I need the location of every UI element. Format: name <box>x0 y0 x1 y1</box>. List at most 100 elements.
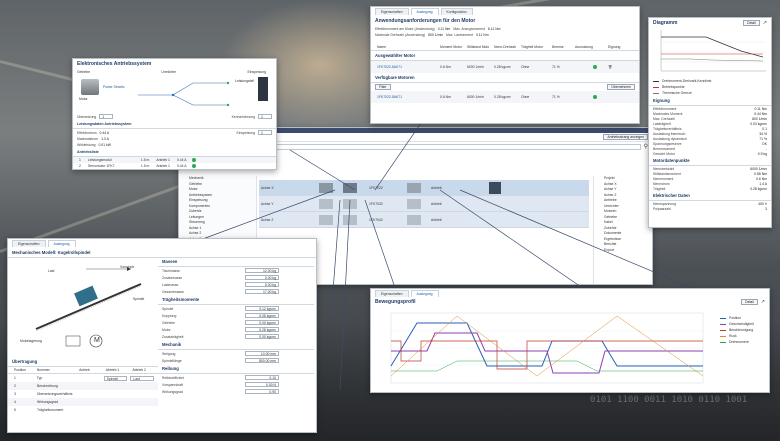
drive-list-row[interactable]: 2 Servomotor 1FK7 1.5 m Antrieb 1 0.44 A <box>73 163 276 169</box>
parameter-label: Zusatzträgheit <box>162 334 184 339</box>
feed-input[interactable]: 1 <box>258 130 272 135</box>
selected-motor-row[interactable]: 1FK7022-5AK71 0.6 Nm 6000 1/min 0.28 kgc… <box>371 61 639 73</box>
property-label: Gewicht Motor <box>653 151 675 156</box>
parameter-label: Spindel <box>162 306 174 311</box>
eff-label: Effektivstrom <box>77 130 97 135</box>
req-value: 0.11 Nm <box>475 33 489 37</box>
property-value: 34 % <box>759 131 767 136</box>
parameter-input[interactable]: 0.05 kgcm² <box>245 313 279 318</box>
eff-value: 1.3 A <box>101 137 109 141</box>
cell: 3 <box>14 392 16 396</box>
available-motor-row[interactable]: 1FK7022-5AK71 0.6 Nm 6000 1/min 0.28 kgc… <box>371 91 639 103</box>
detail-button[interactable]: Detail <box>743 19 760 26</box>
expand-icon[interactable]: ↗ <box>763 20 767 26</box>
parameter-section-title: Mechanik <box>158 340 314 350</box>
legend-label: Drehmoment <box>729 340 749 344</box>
legend-label: Betriebspunkte <box>662 85 685 89</box>
table-row[interactable]: 2 Beschreibung <box>8 382 158 390</box>
table-row[interactable]: 4 Wirkungsgrad <box>8 398 158 406</box>
parameter-input[interactable]: 0.10 <box>245 375 279 380</box>
property-label: Nennspannung <box>653 201 677 206</box>
table-row[interactable]: 3 Übersetzungsverhältnis <box>8 390 158 398</box>
tab-config[interactable]: Konfiguration <box>440 8 473 15</box>
cell: Typ <box>36 376 43 380</box>
delete-icon[interactable]: 🗑 <box>608 65 612 69</box>
parameter-input[interactable]: 17.00 kg <box>245 289 279 294</box>
parameter-input[interactable]: 10.00 mm <box>245 351 279 356</box>
parameter-input[interactable]: 0.90 <box>245 389 279 394</box>
marking-input[interactable]: 1 <box>258 114 272 119</box>
cell: 2 <box>79 164 81 168</box>
tab-bar: Eigenschaften Auslegung Konfiguration <box>371 7 639 16</box>
motor-value: 71 % <box>552 65 560 69</box>
gear-ratio-input[interactable]: 1 <box>99 114 114 119</box>
property-label: Stillstandsmoment <box>653 171 681 176</box>
tab-properties[interactable]: Eigenschaften <box>375 290 409 297</box>
property-value: 0.6 Nm <box>756 176 767 181</box>
req-value: 0.11 Nm <box>437 27 451 31</box>
property-value: 800 1/min <box>752 116 767 121</box>
legend-label: Geschwindigkeit <box>729 322 754 326</box>
legend-label: Beschleunigung <box>729 328 754 332</box>
suitability-title: Eignung <box>649 96 771 106</box>
column-header: Antrieb <box>79 368 90 372</box>
motor-value: 6000 1/min <box>467 95 484 99</box>
expand-icon[interactable]: ↗ <box>761 299 765 305</box>
parameter-input[interactable]: 0.00 kg <box>245 275 279 280</box>
motion-profile-chart <box>390 312 704 384</box>
apply-button[interactable]: Übernehmen <box>607 84 635 90</box>
cell: Leistungsmodul <box>87 158 112 162</box>
cell: 0.44 A <box>176 164 187 168</box>
property-value: 0.85 Nm <box>754 171 767 176</box>
parameter-input[interactable]: 800.00 mm <box>245 358 279 363</box>
mechanics-parameters: Massen Tischmasse 12.00 kg Zusatzmasse 0.00 … <box>158 257 314 395</box>
parameter-input[interactable]: 12.00 kg <box>245 268 279 273</box>
cell: 2 <box>14 384 16 388</box>
legend-label: Ruck <box>729 334 737 338</box>
tab-design[interactable]: Auslegung <box>47 240 76 247</box>
drive-list-title: Antriebsliste <box>73 148 276 157</box>
parameter-input[interactable]: 0.00 kgcm² <box>245 320 279 325</box>
tab-design[interactable]: Auslegung <box>410 290 439 297</box>
cell-input[interactable]: Spindel <box>103 375 128 381</box>
req-label: Max. Anzugsmoment <box>453 27 485 31</box>
table-row[interactable]: 5 Trägheitsmoment <box>8 406 158 414</box>
motor-value: 71 % <box>552 95 560 99</box>
parameter-label: Getriebe <box>162 320 176 325</box>
cell: 5 <box>14 408 16 412</box>
eff-label: Wirkleistung <box>77 143 96 147</box>
tab-properties[interactable]: Eigenschaften <box>375 8 409 15</box>
parameter-input[interactable]: 0.12 kgcm² <box>245 306 279 311</box>
tab-properties[interactable]: Eigenschaften <box>12 240 46 247</box>
section-heading: Anwendungsanforderungen für den Motor <box>375 18 476 24</box>
efficiency-title: Leistungsdaten Antriebssystem <box>73 120 276 129</box>
motor-value: 0.28 kgcm² <box>494 65 511 69</box>
property-label: Nenndrehzahl <box>653 166 675 171</box>
motor-value: 0.6 Nm <box>440 95 451 99</box>
property-label: Bremsmoment <box>653 146 676 151</box>
table-header: Name Moment Motor Stillstand Motor Nenn-… <box>371 44 639 51</box>
parameter-input[interactable]: 5.00 kg <box>245 282 279 287</box>
property-label: Maximales Moment <box>653 111 683 116</box>
parameter-row: Lastmasse 5.00 kg <box>158 281 314 288</box>
motor-data-title: Motordatenpunkte <box>649 156 771 166</box>
req-label: Maximale Drehzahl (Anwendung) <box>375 33 426 37</box>
electrical-data-props: Nennspannung 400 V Polpaarzahl 3 <box>649 201 771 211</box>
cell: Antrieb 1 <box>156 158 170 162</box>
parameter-input[interactable]: 0.00 kgcm² <box>245 334 279 339</box>
table-row[interactable]: 1 Typ Spindel Last <box>8 374 158 382</box>
table-header: Position Nummer Antrieb Abtrieb 1 Abtrie… <box>8 367 158 374</box>
filter-button[interactable]: Filter <box>375 84 391 90</box>
tab-design[interactable]: Auslegung <box>410 8 439 15</box>
parameter-input[interactable]: 0.00 N <box>245 382 279 387</box>
property-label: Max. Drehzahl <box>653 116 675 121</box>
cell-input[interactable]: Last <box>130 375 154 381</box>
eff-value: 0.01 kW <box>98 143 111 147</box>
parameter-row: Steigung 10.00 mm <box>158 350 314 357</box>
motor-value: 6000 1/min <box>467 65 484 69</box>
torque-speed-chart <box>660 30 766 72</box>
parameter-input[interactable]: 0.28 kgcm² <box>245 327 279 332</box>
req-value: 800 1/min <box>428 33 444 37</box>
detail-button[interactable]: Detail <box>741 299 758 305</box>
label-bearing: Motorlagerung <box>20 339 42 343</box>
